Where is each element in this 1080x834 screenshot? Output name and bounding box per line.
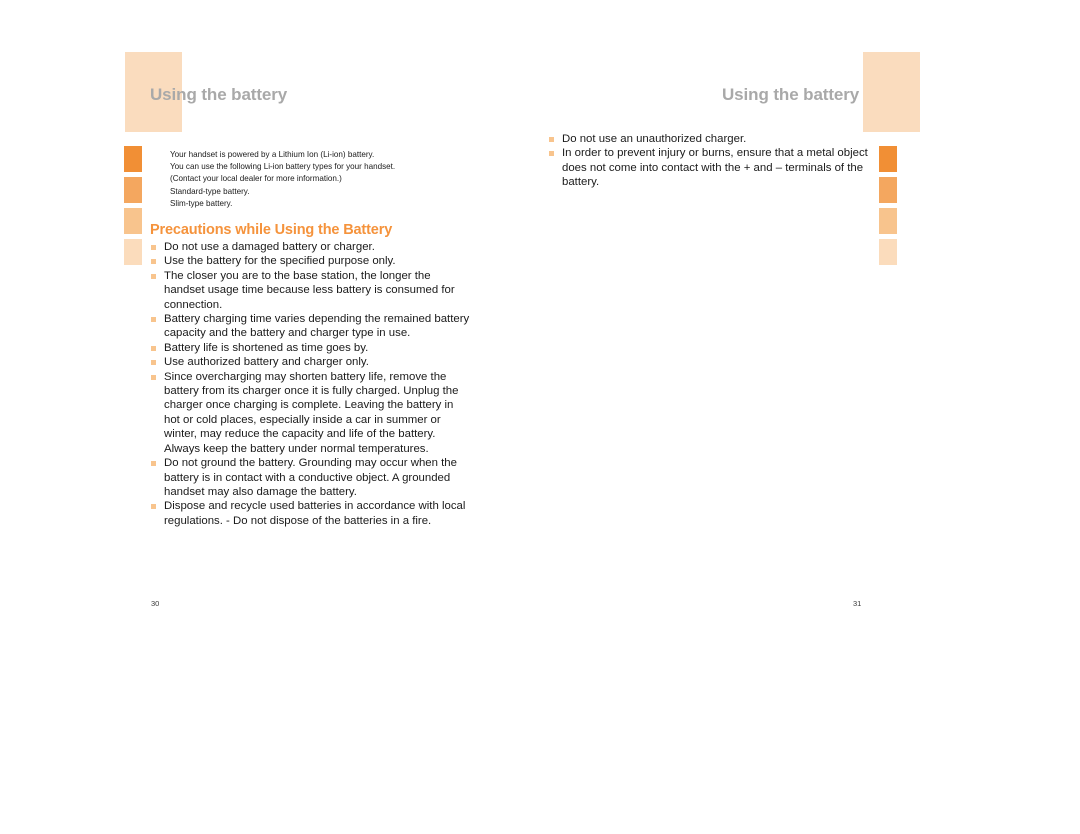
list-item: The closer you are to the base station, … xyxy=(150,269,470,312)
page-header-title-right: Using the battery xyxy=(722,85,860,104)
left-page: Using the battery Your handset is powere… xyxy=(0,0,540,834)
precautions-bullet-list: Do not use a damaged battery or charger.… xyxy=(150,240,470,528)
right-page: Using the battery Do not use an unauthor… xyxy=(540,0,1080,834)
edge-tab-markers-left xyxy=(124,146,142,270)
list-item: Use authorized battery and charger only. xyxy=(150,355,470,369)
list-item: In order to prevent injury or burns, ens… xyxy=(548,146,878,189)
page-number-left: 30 xyxy=(151,599,160,608)
section-heading: Precautions while Using the Battery xyxy=(150,222,393,238)
manual-page-spread: Using the battery Your handset is powere… xyxy=(0,0,1080,834)
list-item: Do not use a damaged battery or charger. xyxy=(150,240,470,254)
tab-marker-2-left xyxy=(124,177,142,203)
tab-marker-4-right xyxy=(879,239,897,265)
header-color-block-right xyxy=(863,52,920,132)
tab-marker-4-left xyxy=(124,239,142,265)
tab-marker-3-right xyxy=(879,208,897,234)
precautions-bullet-list-continued: Do not use an unauthorized charger. In o… xyxy=(548,132,878,190)
intro-line: (Contact your local dealer for more info… xyxy=(170,174,342,184)
list-item: Since overcharging may shorten battery l… xyxy=(150,370,470,456)
list-item: Use the battery for the specified purpos… xyxy=(150,254,470,268)
page-number-right: 31 xyxy=(853,599,862,608)
edge-tab-markers-right xyxy=(879,146,897,270)
tab-marker-2-right xyxy=(879,177,897,203)
intro-line: Standard-type battery. xyxy=(170,186,250,196)
list-item: Battery charging time varies depending t… xyxy=(150,312,470,341)
intro-paragraph: Your handset is powered by a Lithium Ion… xyxy=(170,149,470,210)
list-item: Do not use an unauthorized charger. xyxy=(548,132,878,146)
list-item: Dispose and recycle used batteries in ac… xyxy=(150,499,470,528)
page-header-title-left: Using the battery xyxy=(150,85,288,104)
list-item: Battery life is shortened as time goes b… xyxy=(150,341,470,355)
tab-marker-1-left xyxy=(124,146,142,172)
intro-line: Your handset is powered by a Lithium Ion… xyxy=(170,150,375,159)
list-item: Do not ground the battery. Grounding may… xyxy=(150,456,470,499)
intro-line: Slim-type battery. xyxy=(170,198,233,208)
tab-marker-3-left xyxy=(124,208,142,234)
tab-marker-1-right xyxy=(879,146,897,172)
intro-line: You can use the following Li-ion battery… xyxy=(170,162,396,172)
